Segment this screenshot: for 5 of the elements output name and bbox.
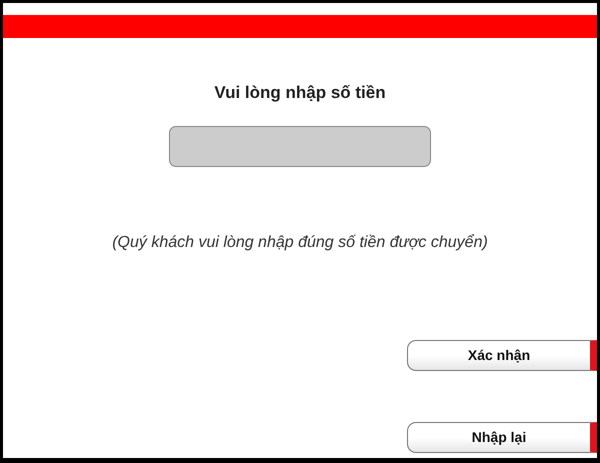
instruction-note: (Quý khách vui lòng nhập đúng số tiền được chuyển) bbox=[111, 232, 489, 252]
atm-button[interactable]: Xác nhận bbox=[407, 340, 597, 370]
prompt-title: Vui lòng nhập số tiền bbox=[213, 82, 387, 104]
amount-input-field[interactable] bbox=[169, 126, 431, 166]
atm-button[interactable]: Nhập lại bbox=[407, 422, 597, 452]
